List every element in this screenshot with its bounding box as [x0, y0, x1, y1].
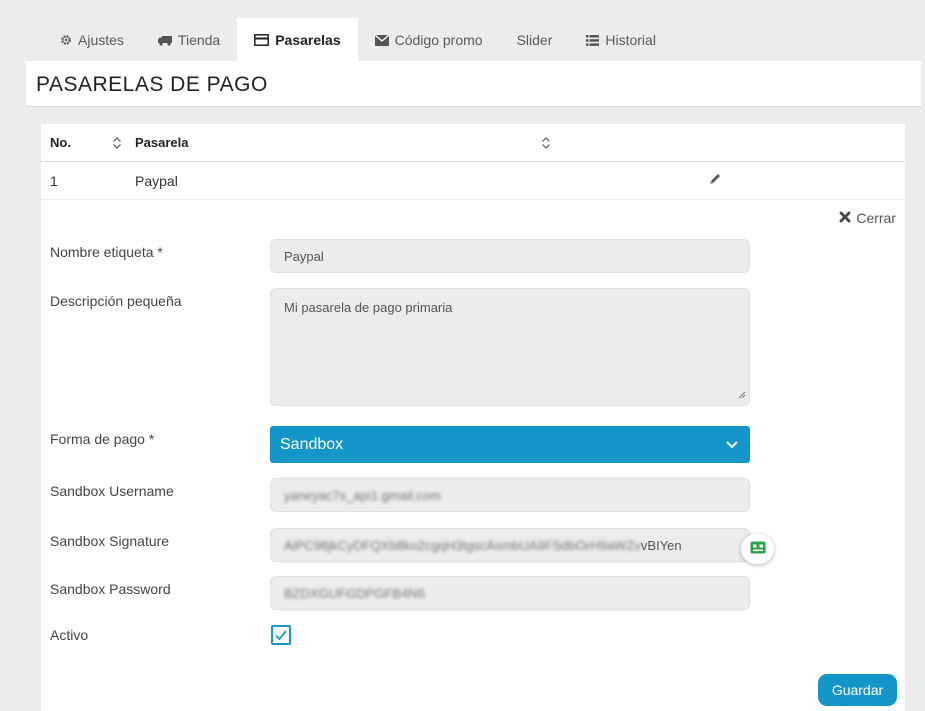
tab-tienda[interactable]: Tienda — [141, 18, 237, 62]
tab-label: Historial — [605, 32, 656, 48]
descripcion-label: Descripción pequeña — [50, 293, 182, 309]
resize-handle-icon[interactable] — [737, 387, 746, 402]
close-button[interactable]: Cerrar — [839, 210, 896, 226]
table-row[interactable]: 1 Paypal — [41, 162, 905, 200]
sort-icon[interactable] — [112, 136, 122, 153]
title-bar: PASARELAS DE PAGO — [26, 61, 921, 107]
nombre-value: Paypal — [284, 248, 324, 264]
username-label: Sandbox Username — [50, 483, 174, 499]
activo-checkbox[interactable] — [271, 625, 291, 645]
close-label: Cerrar — [856, 210, 896, 226]
checkmark-icon — [275, 630, 287, 641]
password-input[interactable]: BZDXGUFGDPGFB4N6 — [270, 576, 750, 610]
signature-value-visible: vBIYen — [640, 537, 682, 553]
column-header-pasarela[interactable]: Pasarela — [135, 135, 189, 150]
tab-pasarelas[interactable]: Pasarelas — [237, 18, 358, 62]
close-icon — [839, 210, 851, 226]
tab-label: Código promo — [394, 32, 483, 48]
tab-label: Ajustes — [78, 32, 124, 48]
table-header: No. Pasarela — [41, 124, 905, 162]
chevron-down-icon — [725, 437, 739, 456]
activo-label: Activo — [50, 627, 89, 643]
truck-icon — [157, 35, 172, 46]
forma-pago-label: Forma de pago * — [50, 431, 155, 447]
username-value: yaneyac7s_api1.gmail.com — [284, 487, 441, 503]
column-header-no[interactable]: No. — [50, 135, 71, 150]
tab-label: Tienda — [177, 32, 221, 48]
page-title: PASARELAS DE PAGO — [36, 73, 268, 96]
envelope-icon — [374, 34, 389, 46]
pencil-icon[interactable] — [708, 172, 722, 189]
list-icon — [586, 34, 600, 46]
signature-label: Sandbox Signature — [50, 533, 170, 549]
password-value: BZDXGUFGDPGFB4N6 — [284, 585, 425, 601]
tab-codigo-promo[interactable]: Código promo — [358, 18, 500, 62]
username-input[interactable]: yaneyac7s_api1.gmail.com — [270, 478, 750, 512]
tab-label: Slider — [516, 32, 553, 48]
tab-slider[interactable]: Slider — [500, 18, 570, 62]
gear-icon — [60, 34, 72, 46]
nombre-label: Nombre etiqueta * — [50, 244, 163, 260]
descripcion-textarea[interactable]: Mi pasarela de pago primaria — [270, 288, 750, 406]
credit-card-icon — [254, 34, 270, 46]
tab-ajustes[interactable]: Ajustes — [43, 18, 141, 62]
signature-input[interactable]: AiPC98jkCyDFQXb8ko2cgqH3tgscAsmbUA9FSdbO… — [270, 528, 750, 562]
row-pasarela: Paypal — [135, 173, 178, 189]
tab-historial[interactable]: Historial — [569, 18, 673, 62]
nombre-input[interactable]: Paypal — [270, 239, 750, 273]
save-button[interactable]: Guardar — [818, 674, 897, 706]
tab-label: Pasarelas — [275, 32, 341, 48]
forma-pago-value: Sandbox — [280, 435, 344, 453]
row-no: 1 — [50, 173, 58, 189]
tab-bar: Ajustes Tienda Pasarelas Código promo Sl… — [43, 18, 673, 62]
gateways-panel: No. Pasarela 1 Paypal Cerrar Nombre etiq… — [41, 124, 905, 711]
forma-pago-select[interactable]: Sandbox — [270, 426, 750, 463]
signature-value-hidden: AiPC98jkCyDFQXb8ko2cgqH3tgscAsmbUA9FSdbO… — [284, 537, 641, 553]
password-manager-badge[interactable] — [741, 534, 774, 564]
password-label: Sandbox Password — [50, 581, 171, 597]
sort-icon[interactable] — [541, 136, 551, 153]
descripcion-value: Mi pasarela de pago primaria — [284, 300, 453, 315]
robot-icon — [750, 541, 766, 557]
